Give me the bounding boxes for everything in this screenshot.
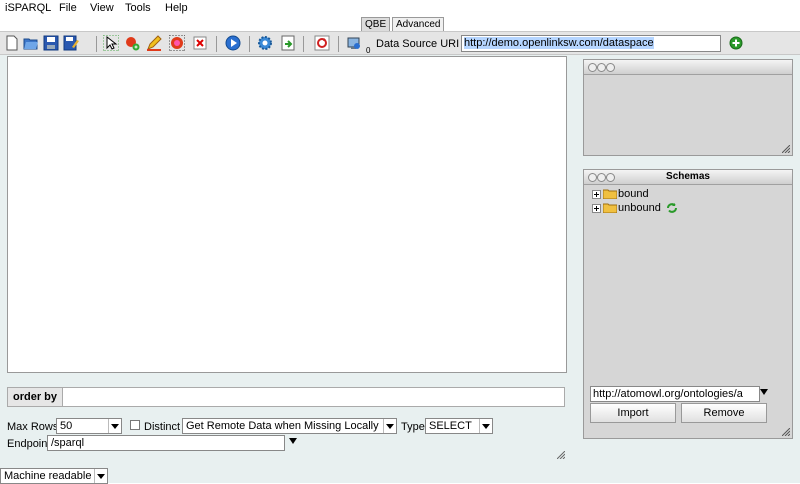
- toolbar-separator: [338, 36, 339, 52]
- menu-file[interactable]: File: [59, 2, 77, 14]
- menu-view[interactable]: View: [90, 2, 114, 14]
- order-by-bar[interactable]: order by: [7, 387, 565, 407]
- order-by-button[interactable]: order by: [8, 388, 64, 406]
- panel-titlebar[interactable]: Schemas: [584, 170, 792, 185]
- max-rows-select[interactable]: 50: [56, 418, 122, 434]
- save-as-icon[interactable]: [63, 35, 79, 51]
- output-format-select[interactable]: Machine readable: [0, 468, 108, 484]
- endpoint-input[interactable]: /sparql: [47, 435, 285, 451]
- endpoint-dropdown-icon[interactable]: [289, 438, 297, 444]
- resize-grip-icon[interactable]: [557, 451, 565, 459]
- menu-bar: iSPARQL File View Tools Help: [0, 0, 800, 18]
- connection-count: 0: [366, 46, 371, 55]
- chevron-down-icon: [108, 419, 120, 433]
- data-source-uri-input[interactable]: http://demo.openlinksw.com/dataspace: [461, 35, 721, 52]
- fetch-mode-select[interactable]: Get Remote Data when Missing Locally: [182, 418, 397, 434]
- menu-app-name[interactable]: iSPARQL: [5, 2, 51, 14]
- query-type-select[interactable]: SELECT: [425, 418, 493, 434]
- toolbar-separator: [216, 36, 217, 52]
- resize-grip-icon[interactable]: [782, 145, 790, 153]
- properties-panel: [583, 59, 793, 156]
- menu-tools[interactable]: Tools: [125, 2, 151, 14]
- clear-icon[interactable]: [192, 35, 208, 51]
- close-icon[interactable]: [588, 63, 597, 72]
- schemas-panel-title: Schemas: [666, 171, 710, 182]
- folder-icon: [603, 189, 617, 200]
- menu-help[interactable]: Help: [165, 2, 188, 14]
- maximize-icon[interactable]: [606, 63, 615, 72]
- minimize-icon[interactable]: [597, 63, 606, 72]
- distinct-label: Distinct: [144, 421, 181, 433]
- data-source-label: Data Source URI: [376, 38, 460, 50]
- add-node-icon[interactable]: [124, 35, 140, 51]
- toolbar-separator: [96, 36, 97, 52]
- panel-titlebar[interactable]: [584, 60, 792, 75]
- import-query-icon[interactable]: [280, 35, 296, 51]
- chevron-down-icon: [479, 419, 491, 433]
- select-pointer-icon[interactable]: [103, 35, 119, 51]
- import-button[interactable]: Import: [590, 403, 676, 423]
- tree-item-unbound[interactable]: unbound: [592, 201, 678, 215]
- schemas-panel: Schemas bound unbound http://atomowl.org…: [583, 169, 793, 439]
- save-icon[interactable]: [43, 35, 59, 51]
- chevron-down-icon: [94, 469, 106, 483]
- endpoint-label: Endpoint: [7, 438, 51, 450]
- tree-item-bound[interactable]: bound: [592, 187, 649, 201]
- toolbar-separator: [249, 36, 250, 52]
- add-data-source-icon[interactable]: [729, 36, 743, 50]
- schema-uri-dropdown-icon[interactable]: [760, 389, 768, 395]
- expand-icon[interactable]: [592, 189, 601, 199]
- chevron-down-icon: [383, 419, 395, 433]
- expand-icon[interactable]: [592, 203, 601, 213]
- resize-grip-icon[interactable]: [782, 428, 790, 436]
- delete-node-icon[interactable]: [169, 35, 185, 51]
- reset-icon[interactable]: [314, 35, 330, 51]
- type-label: Type: [401, 421, 425, 433]
- new-file-icon[interactable]: [4, 35, 20, 51]
- run-query-icon[interactable]: [225, 35, 241, 51]
- schema-uri-input[interactable]: http://atomowl.org/ontologies/a: [590, 386, 760, 402]
- settings-gear-icon[interactable]: [257, 35, 273, 51]
- max-rows-label: Max Rows: [7, 421, 59, 433]
- query-canvas[interactable]: [7, 56, 567, 373]
- folder-icon: [603, 203, 617, 214]
- remove-button[interactable]: Remove: [681, 403, 767, 423]
- toolbar-separator: [303, 36, 304, 52]
- open-folder-icon[interactable]: [23, 35, 39, 51]
- edit-pencil-icon[interactable]: [146, 35, 162, 51]
- distinct-checkbox[interactable]: [130, 420, 140, 430]
- toolbar: 0 Data Source URI http://demo.openlinksw…: [0, 31, 800, 55]
- refresh-icon[interactable]: [666, 202, 678, 214]
- data-source-icon[interactable]: [346, 35, 362, 51]
